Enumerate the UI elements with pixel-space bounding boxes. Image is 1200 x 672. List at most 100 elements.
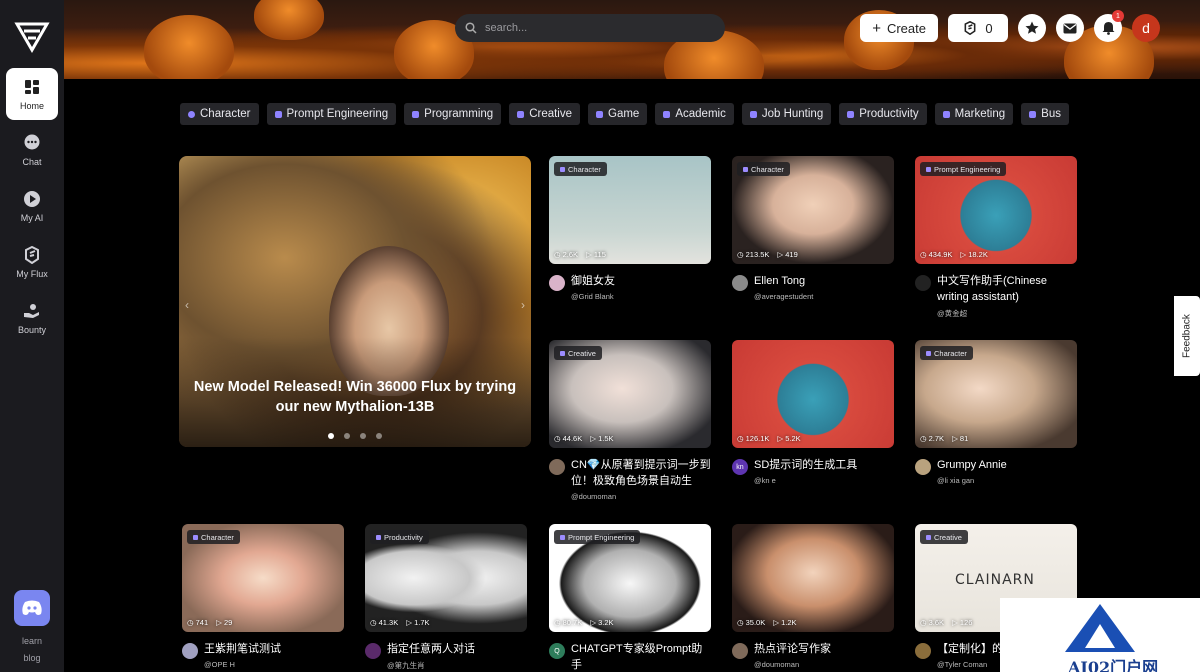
category-chip[interactable]: Bus [1021, 103, 1069, 125]
card-title: 指定任意两人对话 [387, 643, 475, 655]
tag-label: Productivity [384, 532, 423, 542]
category-chip[interactable]: Character [180, 103, 259, 125]
play-count: ▷ 5.2K [777, 434, 801, 443]
bot-thumbnail[interactable]: Character ◷ 741 ▷ 29 [182, 524, 344, 632]
author-avatar[interactable]: kn [732, 459, 748, 475]
card-author[interactable]: @doumoman [754, 660, 831, 669]
author-avatar[interactable] [365, 643, 381, 659]
bot-card[interactable]: Character ◷ 2.6K ▷ 115 御姐女友 @Grid Blank [549, 156, 711, 301]
carousel-dot[interactable] [344, 433, 350, 439]
blog-link[interactable]: blog [0, 653, 64, 663]
app-logo-icon[interactable] [14, 18, 50, 54]
mail-icon [1063, 23, 1077, 33]
carousel-dot[interactable] [376, 433, 382, 439]
search-icon [465, 22, 477, 34]
category-chip[interactable]: Productivity [839, 103, 927, 125]
card-author[interactable]: @第九生肖 [387, 660, 475, 671]
author-avatar[interactable] [732, 275, 748, 291]
bot-card[interactable]: Creative ◷ 44.6K ▷ 1.5K CN💎从原著到提示词一步到位！极致角色… [549, 340, 711, 501]
author-avatar[interactable] [915, 275, 931, 291]
card-author[interactable]: @averagestudent [754, 292, 813, 301]
flux-count: 0 [985, 20, 993, 36]
category-chip[interactable]: Creative [509, 103, 581, 125]
feedback-tab[interactable]: Feedback [1174, 296, 1200, 376]
author-avatar[interactable] [915, 459, 931, 475]
bot-thumbnail[interactable]: ◷ 126.1K ▷ 5.2K [732, 340, 894, 448]
card-author[interactable]: @kn e [754, 476, 857, 485]
card-stats: ◷ 44.6K ▷ 1.5K [554, 434, 614, 443]
bot-card[interactable]: ◷ 126.1K ▷ 5.2K kn SD提示词的生成工具 @kn e [732, 340, 894, 485]
hero-carousel[interactable]: ‹ › New Model Released! Win 36000 Flux b… [179, 156, 531, 447]
card-stats: ◷ 41.3K ▷ 1.7K [370, 618, 430, 627]
author-avatar[interactable]: Q [549, 643, 565, 659]
author-avatar[interactable] [915, 643, 931, 659]
sidebar-item-home[interactable]: Home [6, 68, 58, 120]
bot-card[interactable]: ◷ 35.0K ▷ 1.2K 热点评论写作家 @doumoman [732, 524, 894, 669]
card-stats: ◷ 2.6K ▷ 115 [554, 250, 606, 259]
hand-coins-icon [23, 302, 41, 320]
category-chip[interactable]: Job Hunting [741, 103, 832, 125]
card-author[interactable]: @Grid Blank [571, 292, 615, 301]
category-chip[interactable]: Prompt Engineering [266, 103, 397, 125]
author-avatar[interactable] [549, 459, 565, 475]
sidebar-item-bounty[interactable]: Bounty [6, 292, 58, 344]
learn-link[interactable]: learn [0, 636, 64, 646]
card-meta: 御姐女友 @Grid Blank [549, 273, 711, 301]
bot-thumbnail[interactable]: ◷ 35.0K ▷ 1.2K [732, 524, 894, 632]
search-input[interactable] [485, 22, 705, 34]
sidebar-item-label: Chat [22, 156, 42, 167]
author-avatar[interactable] [549, 275, 565, 291]
sidebar-item-my-flux[interactable]: My Flux [6, 236, 58, 288]
category-icon [942, 110, 950, 118]
category-tag: Prompt Engineering [920, 162, 1007, 176]
bot-card[interactable]: Character ◷ 741 ▷ 29 王紫荆笔试测试 @OPE H [182, 524, 344, 669]
sidebar-item-chat[interactable]: Chat [6, 124, 58, 176]
category-chip[interactable]: Marketing [934, 103, 1014, 125]
bot-thumbnail[interactable]: Character ◷ 213.5K ▷ 419 [732, 156, 894, 264]
messages-button[interactable] [1056, 14, 1084, 42]
search-bar[interactable] [455, 14, 725, 42]
bot-card[interactable]: Prompt Engineering ◷ 434.9K ▷ 18.2K 中文写作助手(… [915, 156, 1077, 319]
carousel-dot[interactable] [360, 433, 366, 439]
tag-icon [560, 350, 565, 356]
category-chip[interactable]: Programming [404, 103, 502, 125]
notifications-button[interactable]: 1 [1094, 10, 1124, 42]
bot-thumbnail[interactable]: Character ◷ 2.6K ▷ 115 [549, 156, 711, 264]
card-author[interactable]: @OPE H [204, 660, 281, 669]
play-count: ▷ 419 [777, 250, 798, 259]
card-author[interactable]: @黄金超 [937, 308, 1077, 319]
category-chip[interactable]: Game [588, 103, 648, 125]
carousel-next-icon[interactable]: › [521, 298, 525, 312]
bot-thumbnail[interactable]: Productivity ◷ 41.3K ▷ 1.7K [365, 524, 527, 632]
card-author[interactable]: @li xia gan [937, 476, 1007, 485]
sidebar-nav: Home Chat My AI My Flux Bounty [0, 68, 64, 348]
play-circle-icon [23, 190, 41, 208]
bot-card[interactable]: Character ◷ 2.7K ▷ 81 Grumpy Annie @li xia g… [915, 340, 1077, 485]
bot-thumbnail[interactable]: Creative ◷ 44.6K ▷ 1.5K [549, 340, 711, 448]
discord-button[interactable] [14, 590, 50, 626]
card-author[interactable]: @doumoman [571, 492, 711, 501]
view-count: ◷ 44.6K [554, 434, 583, 443]
user-avatar[interactable]: d [1132, 14, 1160, 42]
pumpkin-decoration [254, 0, 324, 40]
carousel-dot[interactable] [328, 433, 334, 439]
author-avatar[interactable] [732, 643, 748, 659]
card-author[interactable]: @Tyler Coman [937, 660, 1003, 669]
bot-thumbnail[interactable]: Prompt Engineering ◷ 434.9K ▷ 18.2K [915, 156, 1077, 264]
tag-label: Prompt Engineering [568, 532, 635, 542]
create-button[interactable]: + Create [860, 14, 938, 42]
bot-thumbnail[interactable]: Character ◷ 2.7K ▷ 81 [915, 340, 1077, 448]
favorites-button[interactable] [1018, 14, 1046, 42]
category-chip[interactable]: Academic [655, 103, 734, 125]
bot-card[interactable]: Productivity ◷ 41.3K ▷ 1.7K 指定任意两人对话 @第九生肖 [365, 524, 527, 671]
bot-card[interactable]: Prompt Engineering ◷ 80.7K ▷ 3.2K Q CHATGPT专… [549, 524, 711, 672]
bot-card[interactable]: Character ◷ 213.5K ▷ 419 Ellen Tong @average… [732, 156, 894, 301]
author-avatar[interactable] [182, 643, 198, 659]
flux-balance-button[interactable]: 0 [948, 14, 1008, 42]
carousel-prev-icon[interactable]: ‹ [185, 298, 189, 312]
play-count: ▷ 115 [586, 250, 606, 259]
category-tag: Character [737, 162, 790, 176]
bot-thumbnail[interactable]: Prompt Engineering ◷ 80.7K ▷ 3.2K [549, 524, 711, 632]
sidebar-item-my-ai[interactable]: My AI [6, 180, 58, 232]
category-tag: Creative [554, 346, 602, 360]
